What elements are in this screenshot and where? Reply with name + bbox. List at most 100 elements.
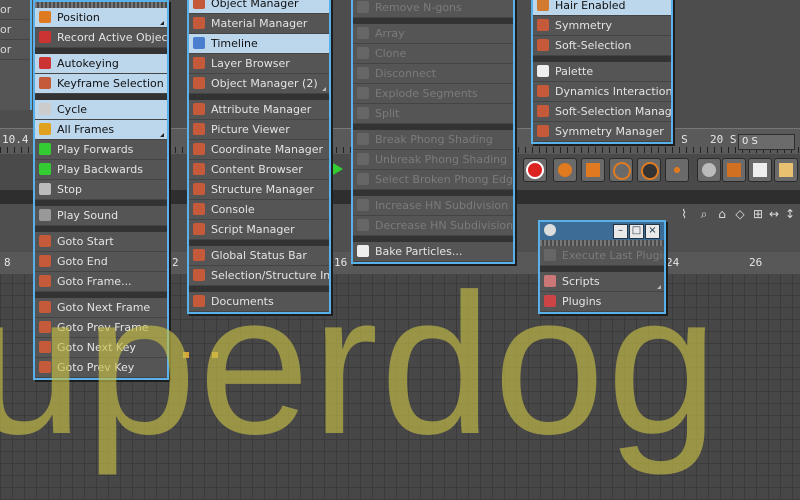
menu-item-hair-enabled[interactable]: Hair Enabled: [533, 0, 671, 16]
menu-item-object-manager-2[interactable]: Object Manager (2): [189, 74, 329, 94]
menu-item-goto-prev-frame[interactable]: Goto Prev Frame: [35, 318, 167, 338]
menu-item-structure-manager[interactable]: Structure Manager: [189, 180, 329, 200]
menu-item-decrease-hn-subdivision[interactable]: Decrease HN Subdivision: [353, 216, 513, 236]
documents-icon: [193, 295, 205, 307]
window-menu: Object Manager Material Manager Timeline La…: [187, 0, 331, 314]
menu-item-record-active-objects[interactable]: Record Active Objects: [35, 28, 167, 48]
minimize-button[interactable]: –: [613, 224, 628, 239]
move-button[interactable]: [553, 158, 577, 182]
menu-item-break-phong-shading[interactable]: Break Phong Shading: [353, 130, 513, 150]
menu-item-console[interactable]: Console: [189, 200, 329, 220]
time-ruler-label: 20 S: [710, 133, 737, 146]
keyframe-tool-button[interactable]: [722, 158, 746, 182]
fit-icon[interactable]: ⊞: [751, 207, 765, 221]
menu-item-explode-segments[interactable]: Explode Segments: [353, 84, 513, 104]
menu-item-documents[interactable]: Documents: [189, 292, 329, 312]
menu-item-plugins[interactable]: Plugins: [540, 292, 664, 312]
rotate-button[interactable]: [609, 158, 633, 182]
scroll-horizontal-icon[interactable]: ↔: [767, 207, 781, 221]
menu-item-play-sound[interactable]: Play Sound: [35, 206, 167, 226]
menu-item-increase-hn-subdivision[interactable]: Increase HN Subdivision: [353, 196, 513, 216]
menu-item-goto-frame[interactable]: Goto Frame...: [35, 272, 167, 292]
zoom-icon[interactable]: ⌕: [697, 207, 711, 221]
render-view-button[interactable]: [748, 158, 772, 182]
plugins-titlebar[interactable]: – □ ×: [540, 222, 664, 240]
close-button[interactable]: ×: [645, 224, 660, 239]
render-settings-button[interactable]: [774, 158, 798, 182]
menu-item-coordinate-manager[interactable]: Coordinate Manager: [189, 140, 329, 160]
menu-item-material-manager[interactable]: Material Manager: [189, 14, 329, 34]
parameter-button[interactable]: [637, 158, 661, 182]
menu-item-disconnect[interactable]: Disconnect: [353, 64, 513, 84]
menu-item-label: Goto Next Key: [57, 341, 136, 354]
curve-icon[interactable]: ⌇: [677, 207, 691, 221]
menu-item-all-frames[interactable]: All Frames: [35, 120, 167, 140]
clone-icon: [357, 47, 369, 59]
keyframe-marker[interactable]: [212, 352, 218, 358]
keyframe-button[interactable]: [697, 158, 721, 182]
menu-item-picture-viewer[interactable]: Picture Viewer: [189, 120, 329, 140]
menu-item-select-broken-phong-edges[interactable]: Select Broken Phong Edges: [353, 170, 513, 190]
submenu-arrow-icon: [657, 285, 661, 289]
menu-item-soft-selection[interactable]: Soft-Selection: [533, 36, 671, 56]
menu-item-split[interactable]: Split: [353, 104, 513, 124]
menu-item-remove-n-gons[interactable]: Remove N-gons: [353, 0, 513, 18]
bake-particles-icon: [357, 245, 369, 257]
menu-item-goto-next-key[interactable]: Goto Next Key: [35, 338, 167, 358]
play-icon[interactable]: [333, 163, 343, 175]
menu-item-execute-last-plugin[interactable]: Execute Last Plugin: [540, 246, 664, 266]
menu-item-layer-browser[interactable]: Layer Browser: [189, 54, 329, 74]
menu-item-play-forwards[interactable]: Play Forwards: [35, 140, 167, 160]
menu-item-label: Play Forwards: [57, 143, 134, 156]
help-button[interactable]: [523, 158, 547, 182]
scale-button[interactable]: [581, 158, 605, 182]
menu-item-label: All Frames: [57, 123, 115, 136]
home-icon[interactable]: ⌂: [715, 207, 729, 221]
move-icon: [558, 163, 572, 177]
maximize-button[interactable]: □: [629, 224, 644, 239]
menu-item-script-manager[interactable]: Script Manager: [189, 220, 329, 240]
frame-label: 2: [172, 256, 179, 269]
menu-item-selection-structure-info[interactable]: Selection/Structure Info: [189, 266, 329, 286]
menu-item-content-browser[interactable]: Content Browser: [189, 160, 329, 180]
menu-item-goto-end[interactable]: Goto End: [35, 252, 167, 272]
menu-item-position[interactable]: Position: [35, 8, 167, 28]
menu-item-label: Increase HN Subdivision: [375, 199, 509, 212]
move-arrows-icon: [39, 11, 51, 23]
menu-item-unbreak-phong-shading[interactable]: Unbreak Phong Shading: [353, 150, 513, 170]
menu-item-symmetry[interactable]: Symmetry: [533, 16, 671, 36]
menu-item-object-manager[interactable]: Object Manager: [189, 0, 329, 14]
menu-item-attribute-manager[interactable]: Attribute Manager: [189, 100, 329, 120]
menu-item-clone[interactable]: Clone: [353, 44, 513, 64]
menu-item-label: Split: [375, 107, 400, 120]
menu-item-goto-prev-key[interactable]: Goto Prev Key: [35, 358, 167, 378]
menu-item-cycle[interactable]: Cycle: [35, 100, 167, 120]
scroll-vertical-icon[interactable]: ↕: [783, 207, 797, 221]
keyframe-marker[interactable]: [183, 352, 189, 358]
phong-icon: [357, 173, 369, 185]
menu-item-scripts[interactable]: Scripts: [540, 272, 664, 292]
menu-item-goto-start[interactable]: Goto Start: [35, 232, 167, 252]
menu-item-array[interactable]: Array: [353, 24, 513, 44]
menu-item-label: Keyframe Selection: [57, 77, 164, 90]
menu-item-play-backwards[interactable]: Play Backwards: [35, 160, 167, 180]
time-field[interactable]: 0 S: [738, 134, 795, 150]
menu-item-symmetry-manager[interactable]: Symmetry Manager: [533, 122, 671, 142]
menu-item-label: Dynamics Interaction: [555, 85, 671, 98]
frame-all-icon[interactable]: ◇: [733, 207, 747, 221]
menu-item-label: Symmetry: [555, 19, 613, 32]
menu-item-soft-selection-manager[interactable]: Soft-Selection Manager: [533, 102, 671, 122]
next-frame-icon: [39, 301, 51, 313]
menu-item-timeline[interactable]: Timeline: [189, 34, 329, 54]
pla-button[interactable]: [665, 158, 689, 182]
menu-item-keyframe-selection[interactable]: Keyframe Selection: [35, 74, 167, 94]
menu-item-global-status-bar[interactable]: Global Status Bar: [189, 246, 329, 266]
menu-item-palette[interactable]: Palette: [533, 62, 671, 82]
menu-item-goto-next-frame[interactable]: Goto Next Frame: [35, 298, 167, 318]
menu-item-stop[interactable]: Stop: [35, 180, 167, 200]
menu-item-label: Palette: [555, 65, 594, 78]
menu-item-dynamics-interaction[interactable]: Dynamics Interaction: [533, 82, 671, 102]
menu-item-bake-particles[interactable]: Bake Particles...: [353, 242, 513, 262]
menu-item-autokeying[interactable]: Autokeying: [35, 54, 167, 74]
phong-icon: [357, 133, 369, 145]
